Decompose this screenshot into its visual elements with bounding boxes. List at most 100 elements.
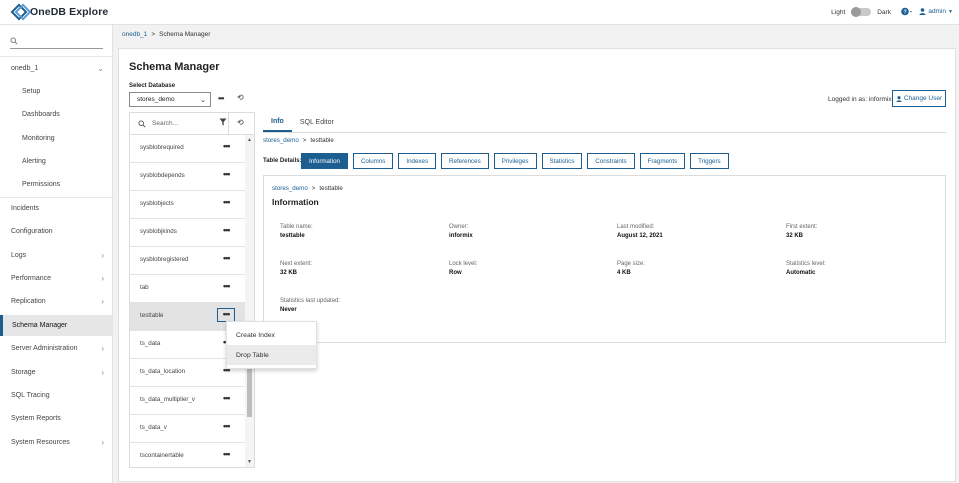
sidebar-item-incidents[interactable]: Incidents: [0, 198, 113, 219]
app-logo[interactable]: OneDB Explore: [12, 5, 108, 18]
info-breadcrumb-db-link[interactable]: stores_demo: [272, 185, 308, 192]
row-more-icon[interactable]: •••: [223, 281, 231, 291]
sidebar-item-performance[interactable]: Performance ›: [0, 268, 113, 289]
breadcrumb-db-link[interactable]: stores_demo: [263, 137, 299, 144]
sidebar-item-dashboards[interactable]: Dashboards: [0, 104, 113, 125]
constraints-button[interactable]: Constraints: [587, 153, 635, 169]
row-more-icon[interactable]: •••: [223, 141, 231, 151]
sidebar-item-system-reports[interactable]: System Reports: [0, 408, 113, 429]
table-row[interactable]: sysblobdepends •••: [130, 163, 245, 191]
help-icon[interactable]: ?: [901, 7, 913, 18]
table-row[interactable]: tscontainertable •••: [130, 443, 245, 467]
sidebar-item-replication[interactable]: Replication ›: [0, 291, 113, 312]
sidebar-item-label: Alerting: [22, 158, 46, 165]
sidebar-item-server-administration[interactable]: Server Administration ›: [0, 338, 113, 359]
sidebar-item-sql-tracing[interactable]: SQL Tracing: [0, 385, 113, 406]
chevron-down-icon: ⌄: [200, 96, 206, 104]
create-index-menu-item[interactable]: Create Index: [227, 325, 316, 345]
help-circle-icon: ?: [901, 7, 912, 16]
breadcrumb: onedb_1 > Schema Manager: [122, 31, 210, 38]
table-refresh-icon[interactable]: ⟲: [237, 118, 244, 127]
scroll-up-icon[interactable]: ▲: [247, 137, 252, 143]
references-button[interactable]: References: [441, 153, 489, 169]
information-button[interactable]: Information: [301, 153, 348, 169]
change-user-button[interactable]: Change User: [892, 90, 946, 107]
field-label: Lock level:: [449, 261, 478, 267]
user-icon: [896, 95, 902, 102]
table-row[interactable]: tab •••: [130, 275, 245, 303]
sidebar-search-input[interactable]: [10, 34, 103, 49]
sidebar-item-label: Storage: [11, 369, 36, 376]
field-value: 32 KB: [280, 270, 298, 276]
sidebar-item-permissions[interactable]: Permissions: [0, 174, 113, 195]
tab-info[interactable]: Info: [263, 112, 292, 132]
fragments-button[interactable]: Fragments: [639, 153, 686, 169]
sidebar-item-logs[interactable]: Logs ›: [0, 245, 113, 266]
database-select[interactable]: stores_demo ⌄: [129, 92, 211, 107]
filter-icon[interactable]: [219, 118, 227, 128]
table-name: ts_data_location: [140, 368, 186, 375]
row-more-icon[interactable]: •••: [223, 421, 231, 431]
sidebar-item-schema-manager[interactable]: Schema Manager: [0, 315, 113, 336]
table-row[interactable]: ts_data_multiplier_v •••: [130, 387, 245, 415]
row-more-icon[interactable]: •••: [223, 253, 231, 263]
table-row[interactable]: sysblobjkinds •••: [130, 219, 245, 247]
sidebar-item-system-resources[interactable]: System Resources ›: [0, 432, 113, 453]
select-database-label: Select Database: [129, 83, 176, 89]
field-value: testtable: [280, 233, 305, 239]
sidebar-item-label: Incidents: [11, 205, 40, 212]
row-more-icon[interactable]: •••: [223, 449, 231, 459]
change-user-label: Change User: [903, 95, 943, 102]
field-label: Page size:: [617, 261, 646, 267]
theme-light-label: Light: [831, 8, 846, 16]
sidebar-item-configuration[interactable]: Configuration: [0, 221, 113, 242]
row-more-icon[interactable]: •••: [223, 393, 231, 403]
triggers-button[interactable]: Triggers: [690, 153, 729, 169]
database-more-icon[interactable]: •••: [218, 94, 224, 103]
information-title: Information: [272, 197, 319, 207]
table-list: sysblobrequired ••• sysblobdepends ••• sys…: [130, 135, 245, 467]
field-owner: Owner: informix: [449, 224, 473, 239]
chevron-down-icon: ▼: [948, 8, 953, 15]
drop-table-menu-item[interactable]: Drop Table: [227, 345, 316, 365]
user-icon: [919, 8, 926, 15]
breadcrumb-table: testtable: [310, 137, 334, 144]
tab-sql-editor[interactable]: SQL Editor: [292, 112, 342, 132]
table-list-scrollbar[interactable]: ▲ ▼: [245, 135, 254, 467]
database-refresh-icon[interactable]: ⟲: [237, 93, 244, 102]
breadcrumb-server-link[interactable]: onedb_1: [122, 31, 147, 38]
table-row[interactable]: sysblobjects •••: [130, 191, 245, 219]
table-row[interactable]: ts_data_v •••: [130, 415, 245, 443]
table-row[interactable]: sysblobrequired •••: [130, 135, 245, 163]
sidebar-item-setup[interactable]: Setup: [0, 81, 113, 102]
scroll-down-icon[interactable]: ▼: [247, 459, 252, 465]
search-icon: [10, 37, 18, 45]
user-menu[interactable]: admin ▼: [919, 8, 953, 15]
row-more-icon[interactable]: •••: [223, 169, 231, 179]
table-name: ts_data_v: [140, 424, 167, 431]
header-divider: [228, 113, 229, 135]
search-icon: [138, 120, 146, 128]
sidebar-server-onedb-1[interactable]: onedb_1 ⌄: [0, 58, 113, 79]
sidebar-item-monitoring[interactable]: Monitoring: [0, 128, 113, 149]
row-more-icon[interactable]: •••: [223, 197, 231, 207]
row-more-icon[interactable]: •••: [223, 225, 231, 235]
field-label: Last modified:: [617, 224, 655, 230]
sidebar-item-storage[interactable]: Storage ›: [0, 362, 113, 383]
row-more-icon[interactable]: •••: [217, 308, 235, 322]
columns-button[interactable]: Columns: [352, 153, 394, 169]
table-name: sysblobdepends: [140, 172, 185, 179]
table-search-input[interactable]: Search...: [138, 120, 178, 128]
indexes-button[interactable]: Indexes: [398, 153, 437, 169]
page-title: Schema Manager: [129, 61, 220, 73]
privileges-button[interactable]: Privileges: [493, 153, 537, 169]
sidebar-item-alerting[interactable]: Alerting: [0, 151, 113, 172]
info-breadcrumb-table: testtable: [319, 185, 343, 192]
sidebar-server-label: onedb_1: [11, 65, 39, 72]
app-name: OneDB Explore: [30, 5, 109, 18]
statistics-button[interactable]: Statistics: [541, 153, 583, 169]
sidebar-item-label: Server Administration: [11, 345, 78, 352]
field-value: August 12, 2021: [617, 233, 663, 239]
table-row[interactable]: sysblobregistered •••: [130, 247, 245, 275]
theme-toggle[interactable]: [851, 7, 872, 17]
